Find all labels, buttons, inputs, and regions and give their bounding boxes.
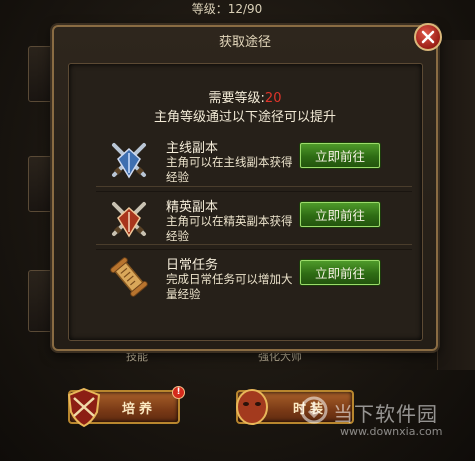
shield-emblem-icon <box>67 387 101 428</box>
go-now-button[interactable]: 立即前往 <box>300 202 380 227</box>
close-button[interactable] <box>414 23 442 51</box>
close-icon <box>421 30 435 44</box>
cultivate-button[interactable]: 培养 <box>67 387 180 428</box>
dialog-title: 获取途径 <box>218 35 271 50</box>
route-hint: 主角等级通过以下途径可以提升 <box>153 110 336 125</box>
obtain-route-dialog: 获取途径 需要等级:20 主角等级通过以下途径可以提升 主线副本 主角可以在主线… <box>52 23 442 351</box>
route-description: 完成日常任务可以增加大量经验 <box>166 272 293 301</box>
watermark-logo-icon <box>300 396 328 424</box>
scroll-icon <box>110 257 148 297</box>
mask-emblem-icon <box>236 389 268 425</box>
side-panel <box>437 40 475 370</box>
go-now-button[interactable]: 立即前往 <box>300 260 380 285</box>
route-name: 日常任务 <box>166 258 219 273</box>
route-name: 精英副本 <box>166 200 219 215</box>
watermark-url: www.downxia.com <box>340 425 443 438</box>
route-item-daily-quest: 日常任务 完成日常任务可以增加大量经验 立即前往 <box>96 249 412 303</box>
alert-badge: ! <box>172 386 185 399</box>
route-item-main-dungeon: 主线副本 主角可以在主线副本获得经验 立即前往 <box>96 133 412 187</box>
route-description: 主角可以在精英副本获得经验 <box>166 214 293 243</box>
required-level-label: 需要等级: <box>208 91 265 106</box>
player-level-text: 等级：12/90 <box>191 2 263 16</box>
route-item-elite-dungeon: 精英副本 主角可以在精英副本获得经验 立即前往 <box>96 191 412 245</box>
go-now-button[interactable]: 立即前往 <box>300 143 380 168</box>
route-name: 主线副本 <box>166 141 219 156</box>
crossed-swords-blue-icon <box>112 143 146 179</box>
crossed-swords-red-icon <box>112 202 146 238</box>
required-level: 需要等级:20 <box>54 87 436 106</box>
required-level-value: 20 <box>264 91 282 106</box>
watermark-name: 当下软件园 <box>333 402 438 426</box>
cultivate-label: 培养 <box>121 401 156 417</box>
route-description: 主角可以在主线副本获得经验 <box>166 155 293 184</box>
